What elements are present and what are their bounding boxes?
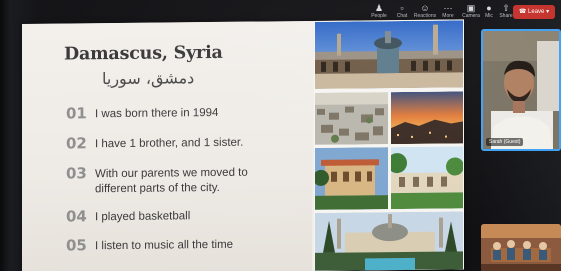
item-text: I was born there in 1994 — [95, 106, 219, 121]
leave-label: Leave — [528, 9, 545, 15]
leave-button[interactable]: ☎ Leave ▾ — [513, 5, 555, 19]
item-number: 04 — [66, 207, 87, 226]
item-number: 05 — [66, 236, 87, 255]
list-item: 02 I have 1 brother, and 1 sister. — [66, 134, 244, 153]
item-number: 03 — [66, 164, 87, 183]
phone-icon: ☎ — [518, 9, 527, 15]
item-text: I listen to music all the time — [95, 238, 234, 253]
participant-video — [483, 31, 559, 149]
palace-photo — [315, 147, 388, 210]
slide-subtitle-arabic: دمشق، سوريا — [102, 68, 195, 89]
garden-courtyard-photo — [391, 146, 463, 210]
item-text: I played basketball — [95, 210, 191, 224]
shared-slide: Damascus, Syria دمشق، سوريا 01 I was bor… — [22, 19, 464, 271]
group-video — [481, 224, 561, 271]
list-item: 04 I played basketball — [66, 207, 190, 225]
item-text: I have 1 brother, and 1 sister. — [95, 136, 244, 151]
participant-name-label: Sarah (Guest) — [486, 138, 524, 146]
chevron-down-icon: ▾ — [546, 9, 550, 15]
list-item: 05 I listen to music all the time — [66, 236, 234, 255]
mosque-courtyard-photo — [315, 20, 463, 89]
participant-video-tile-2[interactable] — [481, 224, 561, 271]
sunset-photo — [391, 91, 463, 145]
item-text: With our parents we moved to different p… — [95, 164, 248, 198]
slide-text-panel: Damascus, Syria دمشق، سوريا 01 I was bor… — [22, 20, 312, 271]
slide-title: Damascus, Syria — [64, 42, 223, 65]
meeting-window: ♟ People ▫ Chat ☺ Reactions ⋯ More ▣ Cam… — [0, 0, 561, 271]
list-item: 01 I was born there in 1994 — [66, 104, 219, 123]
mosque-fountain-photo — [315, 211, 463, 271]
item-text-line1: With our parents we moved to — [95, 166, 248, 181]
item-number: 02 — [66, 134, 87, 153]
participant-video-tile[interactable]: Sarah (Guest) — [481, 29, 561, 151]
photo-collage — [314, 19, 464, 271]
item-number: 01 — [66, 104, 87, 123]
item-text-line2: different parts of the city. — [95, 181, 220, 196]
list-item: 03 With our parents we moved to differen… — [66, 164, 248, 198]
city-view-photo — [315, 92, 388, 145]
